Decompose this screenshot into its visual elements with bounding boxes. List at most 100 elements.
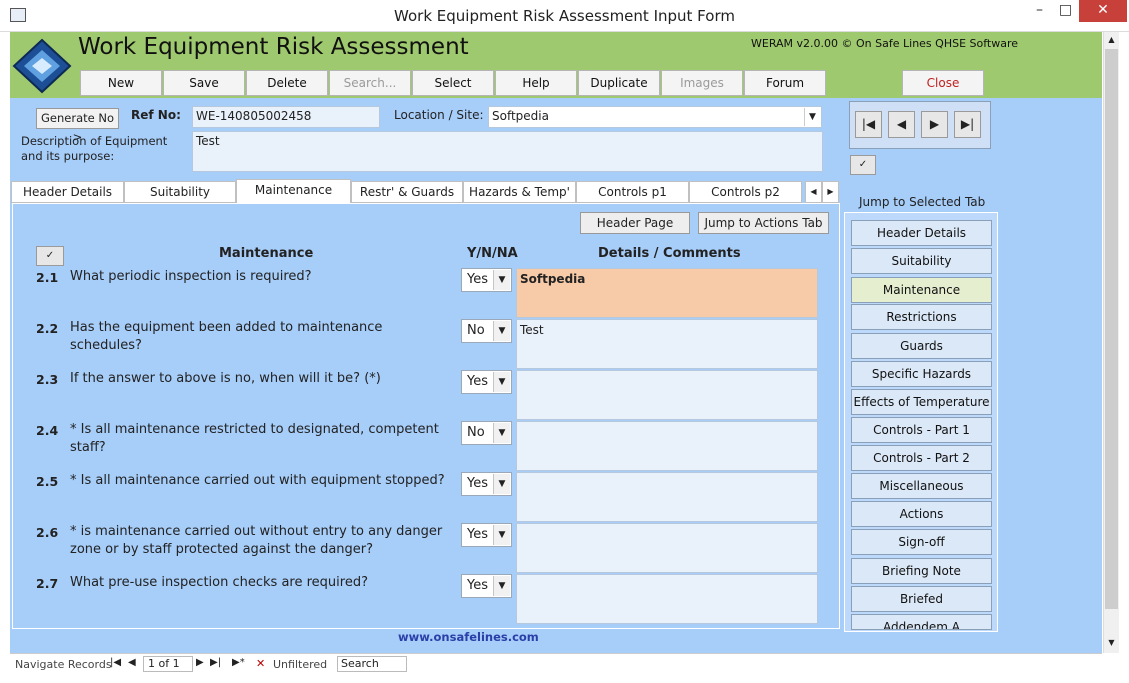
images-button[interactable]: Images <box>661 70 743 96</box>
jump-nav-item[interactable]: Maintenance <box>851 277 992 303</box>
jump-nav-item[interactable]: Sign-off <box>851 529 992 555</box>
forum-button[interactable]: Forum <box>744 70 826 96</box>
question-number: 2.6 <box>36 525 59 540</box>
jump-nav-item[interactable]: Specific Hazards <box>851 361 992 387</box>
scroll-thumb[interactable] <box>1105 49 1118 609</box>
footer-link[interactable]: www.onsafelines.com <box>398 630 539 644</box>
first-icon[interactable]: |◀ <box>110 657 121 668</box>
scroll-up-icon[interactable]: ▲ <box>1104 32 1119 48</box>
first-record-icon[interactable]: |◀ <box>855 111 882 138</box>
window-close-button[interactable]: ✕ <box>1079 0 1127 22</box>
tab-maintenance[interactable]: Maintenance <box>236 179 351 204</box>
maximize-button[interactable]: □ <box>1048 0 1083 22</box>
jump-nav-item[interactable]: Controls - Part 1 <box>851 417 992 443</box>
comment-field[interactable] <box>516 574 818 624</box>
next-icon[interactable]: ▶ <box>196 657 204 668</box>
duplicate-button[interactable]: Duplicate <box>578 70 660 96</box>
next-record-icon[interactable]: ▶ <box>921 111 948 138</box>
jump-nav-item[interactable]: Briefing Note <box>851 558 992 584</box>
select-button[interactable]: Select <box>412 70 494 96</box>
panel-spellcheck-icon[interactable]: ✓ <box>36 246 64 266</box>
jump-nav-item[interactable]: Suitability <box>851 248 992 274</box>
question-text: If the answer to above is no, when will … <box>70 371 381 386</box>
tab-scroll-right-icon[interactable]: ▶ <box>822 181 839 203</box>
chevron-down-icon[interactable]: ▼ <box>804 108 820 126</box>
comment-field[interactable] <box>516 523 818 573</box>
answer-value: No <box>467 425 485 440</box>
answer-value: Yes <box>467 527 488 542</box>
chevron-down-icon[interactable]: ▼ <box>493 321 510 341</box>
prev-record-icon[interactable]: ◀ <box>888 111 915 138</box>
question-number: 2.4 <box>36 423 59 438</box>
answer-value: Yes <box>467 272 488 287</box>
chevron-down-icon[interactable]: ▼ <box>493 372 510 392</box>
tab-hazards-temp[interactable]: Hazards & Temp' <box>463 181 576 203</box>
comment-field[interactable] <box>516 472 818 522</box>
last-record-icon[interactable]: ▶| <box>954 111 981 138</box>
delete-button[interactable]: Delete <box>246 70 328 96</box>
status-search-box[interactable]: Search <box>337 656 407 672</box>
jump-actions-button[interactable]: Jump to Actions Tab <box>698 212 829 234</box>
tab-suitability[interactable]: Suitability <box>124 181 236 203</box>
filter-icon[interactable]: ✕ <box>256 657 265 670</box>
answer-value: No <box>467 323 485 338</box>
scroll-down-icon[interactable]: ▼ <box>1104 635 1119 651</box>
comment-field[interactable] <box>516 370 818 420</box>
comment-field[interactable] <box>516 421 818 471</box>
description-label: Description of Equipment and its purpose… <box>21 134 168 163</box>
jump-nav-item[interactable]: Controls - Part 2 <box>851 445 992 471</box>
answer-select[interactable]: Yes ▼ <box>461 472 512 496</box>
close-button[interactable]: Close <box>902 70 984 96</box>
jump-nav-item[interactable]: Restrictions <box>851 304 992 330</box>
description-field[interactable]: Test <box>192 131 823 172</box>
jump-nav-item[interactable]: Addendem A <box>851 614 992 630</box>
answer-select[interactable]: No ▼ <box>461 319 512 343</box>
ref-field[interactable]: WE-140805002458 <box>192 106 380 128</box>
search-button[interactable]: Search... <box>329 70 411 96</box>
new-record-icon[interactable]: ▶* <box>232 657 245 668</box>
jump-nav-item[interactable]: Miscellaneous <box>851 473 992 499</box>
answer-select[interactable]: Yes ▼ <box>461 370 512 394</box>
chevron-down-icon[interactable]: ▼ <box>493 474 510 494</box>
nav-records-label: Navigate Records <box>15 658 112 671</box>
jump-nav-item[interactable]: Actions <box>851 501 992 527</box>
tab-controls-p2[interactable]: Controls p2 <box>689 181 802 203</box>
help-button[interactable]: Help <box>495 70 577 96</box>
new-button[interactable]: New <box>80 70 162 96</box>
answer-select[interactable]: Yes ▼ <box>461 523 512 547</box>
jump-nav-item[interactable]: Header Details <box>851 220 992 246</box>
ref-label: Ref No: <box>131 108 181 122</box>
location-select[interactable]: Softpedia ▼ <box>488 106 822 128</box>
filter-status[interactable]: Unfiltered <box>273 658 327 671</box>
record-counter[interactable]: 1 of 1 <box>143 656 193 672</box>
last-icon[interactable]: ▶| <box>210 657 221 668</box>
chevron-down-icon[interactable]: ▼ <box>493 270 510 290</box>
jump-nav-item[interactable]: Effects of Temperature <box>851 389 992 415</box>
tab-scroll-left-icon[interactable]: ◀ <box>805 181 822 203</box>
answer-select[interactable]: No ▼ <box>461 421 512 445</box>
jump-nav-title: Jump to Selected Tab <box>859 195 986 209</box>
answer-value: Yes <box>467 578 488 593</box>
comment-field[interactable]: Test <box>516 319 818 369</box>
comment-field[interactable]: Softpedia <box>516 268 818 318</box>
answer-select[interactable]: Yes ▼ <box>461 574 512 598</box>
question-text: What pre-use inspection checks are requi… <box>70 575 368 590</box>
chevron-down-icon[interactable]: ▼ <box>493 423 510 443</box>
spellcheck-icon[interactable]: ✓ <box>850 155 876 175</box>
answer-value: Yes <box>467 476 488 491</box>
answer-select[interactable]: Yes ▼ <box>461 268 512 292</box>
header-page-button[interactable]: Header Page <box>580 212 690 234</box>
jump-nav-item[interactable]: Briefed <box>851 586 992 612</box>
chevron-down-icon[interactable]: ▼ <box>493 525 510 545</box>
tab-controls-p1[interactable]: Controls p1 <box>576 181 689 203</box>
prev-icon[interactable]: ◀ <box>128 657 136 668</box>
tab-restr-guards[interactable]: Restr' & Guards <box>351 181 463 203</box>
jump-nav-item[interactable]: Guards <box>851 333 992 359</box>
tab-header-details[interactable]: Header Details <box>11 181 124 203</box>
generate-no-button[interactable]: Generate No > <box>36 108 119 144</box>
question-text: * is maintenance carried out without ent… <box>70 524 443 557</box>
save-button[interactable]: Save <box>163 70 245 96</box>
vertical-scrollbar[interactable]: ▲ ▼ <box>1103 32 1119 653</box>
chevron-down-icon[interactable]: ▼ <box>493 576 510 596</box>
col-details: Details / Comments <box>598 246 741 261</box>
